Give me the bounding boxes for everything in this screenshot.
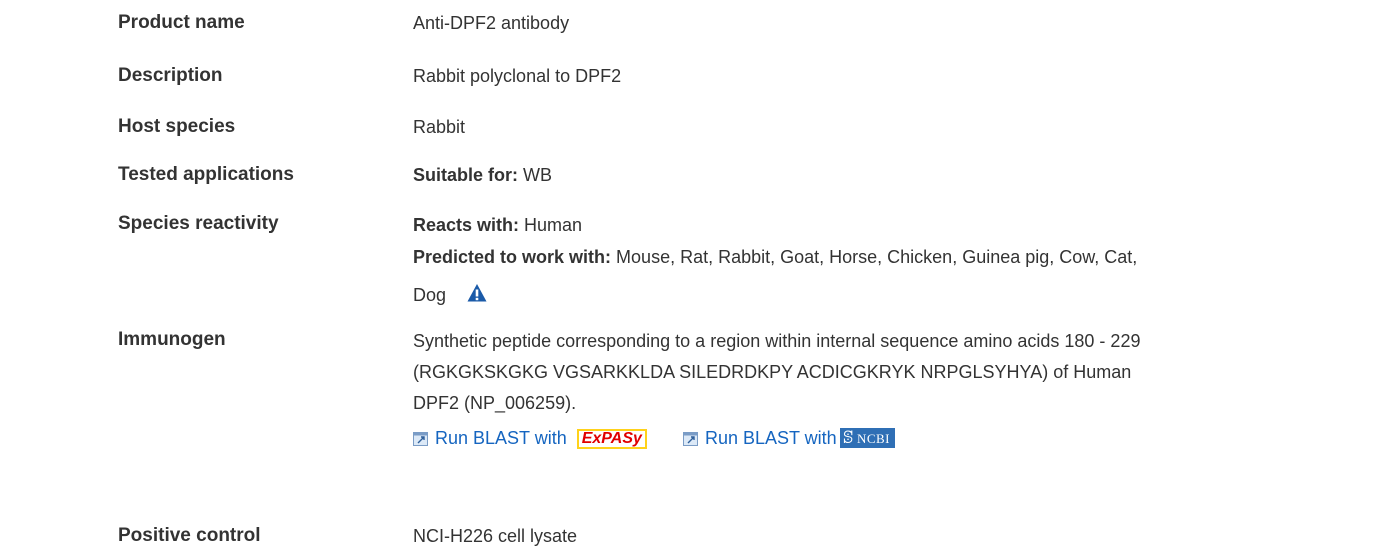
run-blast-ncbi-text: Run BLAST with	[704, 428, 837, 448]
predicted-line: Predicted to work with: Mouse, Rat, Rabb…	[413, 241, 1343, 273]
warning-triangle-icon[interactable]	[467, 283, 487, 303]
description-label: Description	[118, 65, 223, 86]
suitable-for-value: WB	[523, 165, 553, 185]
predicted-value: Mouse, Rat, Rabbit, Goat, Horse, Chicken…	[616, 247, 1138, 267]
description-value: Rabbit polyclonal to DPF2	[413, 66, 622, 86]
predicted-value-2: Dog	[413, 285, 447, 305]
run-blast-expasy-link[interactable]: Run BLAST with ExPASy	[413, 428, 652, 449]
reacts-with-value: Human	[524, 215, 583, 235]
blast-links: Run BLAST with ExPASy Run BLAST with ꕷ NCBI	[413, 423, 1343, 454]
positive-control-value: NCI-H226 cell lysate	[413, 526, 578, 546]
run-blast-ncbi-link[interactable]: Run BLAST with ꕷ NCBI	[682, 428, 896, 448]
ncbi-helix-icon: ꕷ	[842, 428, 854, 447]
immunogen-label: Immunogen	[118, 329, 226, 350]
species-reactivity-label: Species reactivity	[118, 213, 279, 234]
external-window-icon	[682, 432, 698, 446]
immunogen-line-3: DPF2 (NP_006259).	[413, 393, 577, 413]
run-blast-expasy-text: Run BLAST with	[435, 428, 567, 448]
species-reactivity-value: Reacts with: Human Predicted to work wit…	[413, 209, 1343, 311]
external-window-icon	[413, 432, 428, 446]
immunogen-line-1: Synthetic peptide corresponding to a reg…	[413, 331, 1141, 351]
tested-applications-value: Suitable for: WB	[413, 160, 1343, 190]
suitable-for-prefix: Suitable for:	[413, 165, 519, 185]
positive-control-label: Positive control	[118, 525, 261, 546]
host-species-value: Rabbit	[413, 117, 466, 137]
expasy-logo: ExPASy	[576, 429, 647, 449]
predicted-line-2: Dog	[413, 279, 1343, 311]
predicted-prefix: Predicted to work with:	[413, 247, 612, 267]
reacts-with-line: Reacts with: Human	[413, 209, 1343, 241]
tested-applications-label: Tested applications	[118, 164, 294, 185]
host-species-label: Host species	[118, 116, 236, 137]
ncbi-logo: ꕷ NCBI	[839, 428, 896, 448]
immunogen-line-2: (RGKGKSKGKG VGSARKKLDA SILEDRDKPY ACDICG…	[413, 362, 1132, 382]
reacts-with-prefix: Reacts with:	[413, 215, 520, 235]
product-name-label: Product name	[118, 12, 245, 33]
product-name-value: Anti-DPF2 antibody	[413, 13, 570, 33]
immunogen-value: Synthetic peptide corresponding to a reg…	[413, 326, 1343, 454]
